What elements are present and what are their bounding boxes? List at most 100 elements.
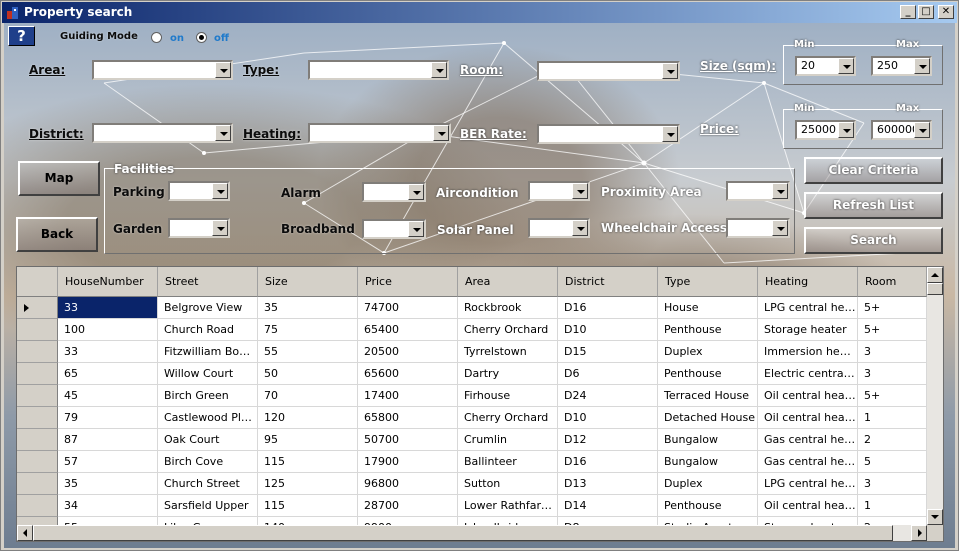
cell-street[interactable]: Oak Court [158,429,258,451]
solar-panel-dropdown[interactable] [528,218,590,238]
price-label[interactable]: Price: [700,122,739,136]
column-header-street[interactable]: Street [158,267,258,297]
cell-size[interactable]: 95 [258,429,358,451]
row-header[interactable] [17,319,58,341]
cell-room[interactable]: 5+ [858,297,927,319]
cell-area[interactable]: Cherry Orchard [458,319,558,341]
cell-area[interactable]: Crumlin [458,429,558,451]
cell-price[interactable]: 65800 [358,407,458,429]
cell-district[interactable]: D10 [558,319,658,341]
cell-room[interactable]: 1 [858,495,927,517]
map-button[interactable]: Map [18,161,100,196]
cell-type[interactable]: Bungalow [658,451,758,473]
garden-dropdown[interactable] [168,218,230,238]
row-header[interactable] [17,385,58,407]
alarm-dropdown[interactable] [362,182,426,202]
cell-room[interactable]: 5+ [858,385,927,407]
cell-area[interactable]: Tyrrelstown [458,341,558,363]
cell-size[interactable]: 125 [258,473,358,495]
cell-type[interactable]: Penthouse [658,319,758,341]
column-header-district[interactable]: District [558,267,658,297]
guiding-mode-on-radio[interactable] [151,32,162,43]
broadband-dropdown[interactable] [362,219,426,239]
cell-heating[interactable]: Electric central h... [758,363,858,385]
cell-size[interactable]: 120 [258,407,358,429]
cell-type[interactable]: House [658,297,758,319]
table-row[interactable]: 35 Church Street 125 96800 Sutton D13 Duplex LP… [17,473,927,495]
table-row[interactable]: 87 Oak Court 95 50700 Crumlin D12 Bungalow Gas … [17,429,927,451]
room-dropdown[interactable] [537,61,680,81]
cell-size[interactable]: 55 [258,341,358,363]
cell-price[interactable]: 65400 [358,319,458,341]
cell-district[interactable]: D13 [558,473,658,495]
aircondition-dropdown[interactable] [528,181,590,201]
cell-housenumber[interactable]: 65 [58,363,158,385]
cell-room[interactable]: 3 [858,363,927,385]
cell-housenumber[interactable]: 79 [58,407,158,429]
cell-room[interactable]: 3 [858,473,927,495]
guiding-mode-on-label[interactable]: on [170,33,184,44]
table-row[interactable]: 57 Birch Cove 115 17900 Ballinteer D16 Bungalo… [17,451,927,473]
table-row[interactable]: 65 Willow Court 50 65600 Dartry D6 Penthouse El… [17,363,927,385]
cell-district[interactable]: D6 [558,363,658,385]
horizontal-scrollbar[interactable] [17,525,927,541]
cell-street[interactable]: Fitzwilliam Boule... [158,341,258,363]
room-label[interactable]: Room: [460,63,503,77]
maximize-button[interactable]: □ [918,5,934,19]
cell-type[interactable]: Duplex [658,341,758,363]
cell-street[interactable]: Sarsfield Upper [158,495,258,517]
heating-dropdown[interactable] [308,123,451,143]
cell-housenumber[interactable]: 35 [58,473,158,495]
cell-heating[interactable]: Oil central heatin... [758,385,858,407]
close-button[interactable]: ✕ [938,5,954,19]
area-dropdown[interactable] [92,60,233,80]
cell-district[interactable]: D14 [558,495,658,517]
cell-room[interactable]: 1 [858,407,927,429]
cell-type[interactable]: Duplex [658,473,758,495]
cell-size[interactable]: 115 [258,451,358,473]
ber-rate-dropdown[interactable] [537,124,680,144]
cell-room[interactable]: 2 [858,429,927,451]
clear-criteria-button[interactable]: Clear Criteria [804,157,943,184]
scroll-down-arrow-icon[interactable] [927,509,943,525]
cell-price[interactable]: 17400 [358,385,458,407]
cell-heating[interactable]: LPG central heat... [758,473,858,495]
cell-type[interactable]: Detached House [658,407,758,429]
results-grid[interactable]: HouseNumber Street Size Price Area Distr… [16,266,944,542]
cell-heating[interactable]: LPG central heat... [758,297,858,319]
cell-heating[interactable]: Storage heater [758,319,858,341]
size-label[interactable]: Size (sqm): [700,59,776,73]
cell-price[interactable]: 65600 [358,363,458,385]
cell-district[interactable]: D24 [558,385,658,407]
table-row[interactable]: 33 Fitzwilliam Boule... 55 20500 Tyrrelstown… [17,341,927,363]
scroll-up-arrow-icon[interactable] [927,267,943,283]
cell-street[interactable]: Willow Court [158,363,258,385]
cell-area[interactable]: Lower Rathfarnh... [458,495,558,517]
table-row[interactable]: 45 Birch Green 70 17400 Firhouse D24 Terraced … [17,385,927,407]
cell-heating[interactable]: Oil central heatin... [758,407,858,429]
row-header[interactable] [17,297,58,319]
cell-housenumber[interactable]: 33 [58,297,158,319]
cell-district[interactable]: D16 [558,297,658,319]
cell-street[interactable]: Birch Green [158,385,258,407]
minimize-button[interactable]: _ [900,5,916,19]
refresh-list-button[interactable]: Refresh List [804,192,943,219]
cell-area[interactable]: Firhouse [458,385,558,407]
scroll-right-arrow-icon[interactable] [911,525,927,541]
cell-room[interactable]: 5+ [858,319,927,341]
cell-area[interactable]: Dartry [458,363,558,385]
cell-district[interactable]: D10 [558,407,658,429]
cell-district[interactable]: D12 [558,429,658,451]
column-header-type[interactable]: Type [658,267,758,297]
cell-price[interactable]: 20500 [358,341,458,363]
type-dropdown[interactable] [308,60,449,80]
guiding-mode-off-label[interactable]: off [214,33,229,44]
horizontal-scroll-thumb[interactable] [33,525,893,541]
column-header-price[interactable]: Price [358,267,458,297]
cell-area[interactable]: Rockbrook [458,297,558,319]
row-header[interactable] [17,495,58,517]
vertical-scroll-thumb[interactable] [927,283,943,295]
vertical-scrollbar[interactable] [927,267,943,525]
cell-room[interactable]: 3 [858,341,927,363]
cell-price[interactable]: 96800 [358,473,458,495]
